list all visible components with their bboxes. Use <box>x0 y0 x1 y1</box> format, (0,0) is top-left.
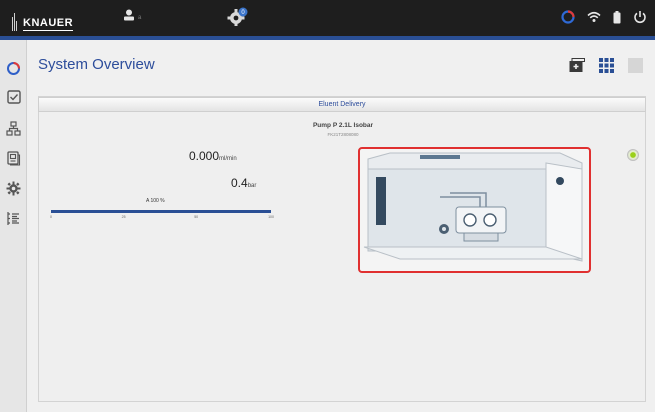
logo-bars-icon <box>12 13 17 31</box>
top-bar-accent <box>0 36 655 40</box>
knauer-logo: KNAUER <box>12 9 74 31</box>
power-icon[interactable] <box>633 10 647 24</box>
pump-illustration <box>363 152 583 262</box>
tick-label: 0 <box>50 215 52 219</box>
single-view-icon[interactable] <box>628 58 643 73</box>
user-button[interactable]: a <box>123 9 141 21</box>
user-icon <box>124 9 134 21</box>
solvent-label: A 100 % <box>146 198 165 204</box>
tick-label: 25 <box>121 215 126 219</box>
sidebar-item-network[interactable] <box>5 120 22 137</box>
system-tray <box>561 10 647 24</box>
system-status-button[interactable]: 0 <box>227 7 249 32</box>
page-title: System Overview <box>38 56 155 73</box>
connection-status-icon[interactable] <box>561 10 575 24</box>
brand-name: KNAUER <box>23 17 74 31</box>
pump-serial: FK21T2808080 <box>327 132 359 137</box>
pressure-unit: bar <box>247 183 257 189</box>
ring-icon <box>7 62 20 75</box>
flow-unit: ml/min <box>219 156 237 162</box>
status-led <box>627 149 639 161</box>
pressure-readout: 0.4bar <box>231 176 256 190</box>
checkbox-icon <box>6 89 21 104</box>
solvent-bar <box>51 210 271 213</box>
sidebar-item-checklist[interactable] <box>5 88 22 105</box>
pump-device-image[interactable] <box>358 147 591 273</box>
sidebar-item-settings[interactable] <box>5 180 22 197</box>
pump-name: Pump P 2.1L Isobar <box>312 122 374 129</box>
sidebar-item-overview[interactable] <box>5 60 22 77</box>
solvent-bar-fill <box>51 210 271 213</box>
sidebar-item-log[interactable] <box>5 150 22 167</box>
log-icon <box>7 151 21 166</box>
panel-title: Eluent Delivery <box>38 97 646 112</box>
pressure-value: 0.4 <box>231 176 248 190</box>
gear-badge-icon: 0 <box>227 7 248 26</box>
grid-view-icon[interactable] <box>599 58 614 73</box>
header-actions <box>569 58 643 73</box>
tick-label: 50 <box>194 215 199 219</box>
battery-icon <box>613 10 621 23</box>
sidebar-item-methods[interactable] <box>5 210 22 227</box>
sidebar <box>0 40 27 412</box>
flow-value: 0.000 <box>189 149 220 163</box>
list-icon <box>7 212 19 225</box>
network-icon <box>6 121 21 136</box>
tick-label: 100 <box>268 215 274 219</box>
user-label: a <box>138 15 142 21</box>
add-window-icon[interactable] <box>569 58 585 73</box>
wifi-icon[interactable] <box>587 11 601 23</box>
eluent-delivery-panel: Eluent Delivery Pump P 2.1L Isobar FK21T… <box>38 96 646 402</box>
top-bar: KNAUER a 0 <box>0 0 655 36</box>
flow-readout: 0.000ml/min <box>189 149 237 163</box>
gear-icon <box>6 181 21 196</box>
solvent-bar-ticks: 0 25 50 100 <box>50 215 274 221</box>
